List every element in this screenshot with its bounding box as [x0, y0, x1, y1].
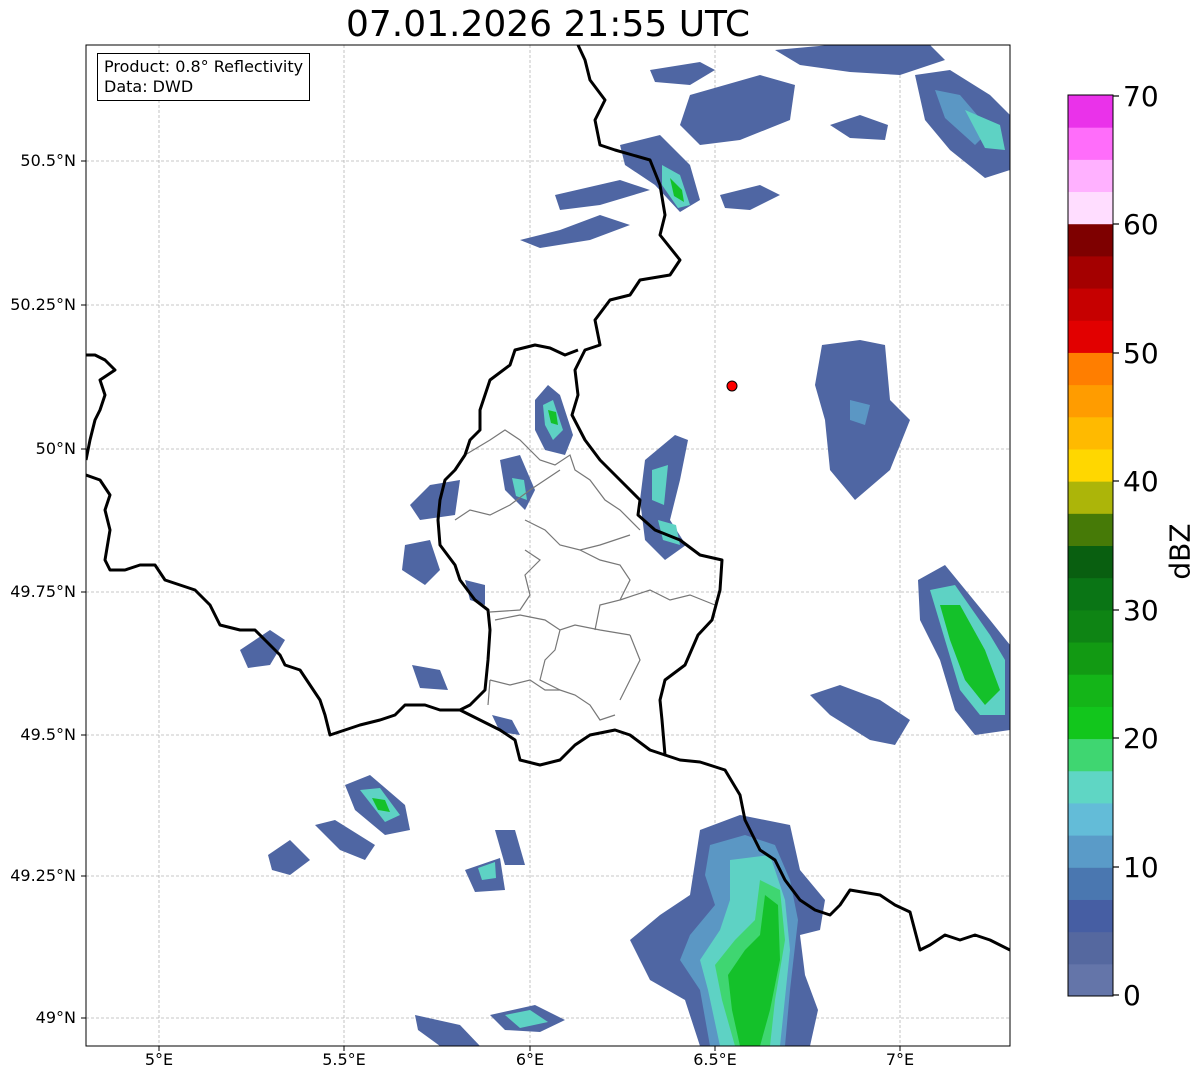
colorbar-tick-label: 20: [1123, 722, 1159, 755]
colorbar-segment: [1068, 867, 1113, 900]
colorbar-segment: [1068, 577, 1113, 611]
lon-label: 7°E: [885, 1050, 915, 1069]
lat-label: 49.25°N: [10, 866, 76, 885]
colorbar-segment: [1068, 481, 1113, 514]
colorbar-ticks: [1113, 95, 1119, 996]
product-label: Product: 0.8° Reflectivity: [104, 57, 304, 76]
lat-label: 50.25°N: [10, 295, 76, 314]
colorbar-tick-label: 0: [1123, 979, 1141, 1012]
colorbar-segment: [1068, 545, 1113, 579]
lat-label: 49°N: [35, 1008, 76, 1027]
colorbar-segment: [1068, 416, 1113, 450]
colorbar-segment: [1068, 127, 1113, 160]
colorbar-segment: [1068, 352, 1113, 386]
colorbar-tick-label: 50: [1123, 337, 1159, 370]
colorbar-segment: [1068, 802, 1113, 836]
colorbar-segment: [1068, 384, 1113, 418]
colorbar-segment: [1068, 770, 1113, 804]
colorbar-tick-label: 60: [1123, 208, 1159, 241]
colorbar-tick-label: 30: [1123, 594, 1159, 627]
lat-label: 49.5°N: [20, 725, 76, 744]
colorbar-segment: [1068, 223, 1113, 257]
colorbar-segment: [1068, 159, 1113, 193]
radar-site-marker: [726, 380, 738, 392]
product-info-box: Product: 0.8° Reflectivity Data: DWD: [97, 53, 311, 101]
colorbar-segment: [1068, 899, 1113, 933]
colorbar-segment: [1068, 191, 1113, 225]
colorbar-unit-label: dBZ: [1163, 523, 1197, 580]
colorbar-segment: [1068, 255, 1113, 289]
data-source-label: Data: DWD: [104, 77, 194, 96]
colorbar-segment: [1068, 738, 1113, 772]
colorbar-segment: [1068, 835, 1113, 868]
colorbar-segment: [1068, 706, 1113, 740]
lat-label: 50.5°N: [20, 151, 76, 170]
colorbar-segment: [1068, 642, 1113, 675]
colorbar-tick-label: 10: [1123, 851, 1159, 884]
colorbar-segment: [1068, 674, 1113, 707]
colorbar-segment: [1068, 95, 1113, 128]
map-area: [86, 45, 1010, 1046]
lon-label: 6°E: [515, 1050, 545, 1069]
colorbar-segment: [1068, 288, 1113, 321]
colorbar-segment: [1068, 609, 1113, 643]
lat-label: 50°N: [35, 439, 76, 458]
lon-label: 5.5°E: [322, 1050, 366, 1069]
colorbar-tick-label: 40: [1123, 465, 1159, 498]
lon-label: 6.5°E: [693, 1050, 737, 1069]
colorbar-segment: [1068, 320, 1113, 353]
colorbar-segment: [1068, 448, 1113, 482]
radar-map: [81, 44, 1119, 1051]
lon-label: 5°E: [144, 1050, 174, 1069]
lat-label: 49.75°N: [10, 582, 76, 601]
colorbar-segment: [1068, 963, 1113, 997]
colorbar-segment: [1068, 513, 1113, 546]
colorbar-tick-label: 70: [1123, 80, 1159, 113]
colorbar: [1068, 95, 1113, 997]
colorbar-segment: [1068, 931, 1113, 965]
